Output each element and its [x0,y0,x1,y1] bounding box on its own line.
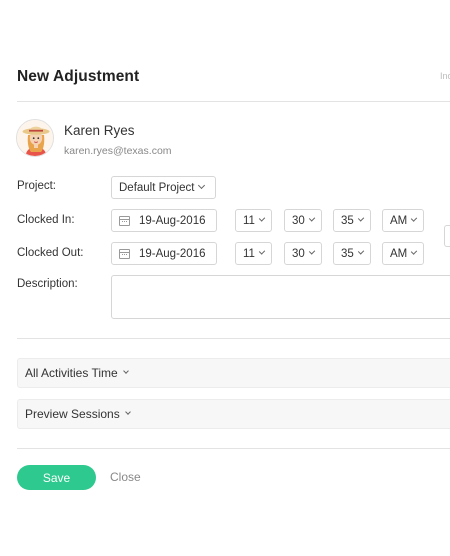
clocked-in-date-input[interactable]: 19-Aug-2016 [111,209,217,232]
save-button[interactable]: Save [17,465,96,490]
chevron-down-icon [122,368,129,374]
clocked-out-label: Clocked Out: [17,247,84,259]
chevron-down-icon [308,215,316,222]
avatar [16,119,54,157]
side-control[interactable] [444,225,450,247]
preview-sessions-toggle[interactable]: Preview Sessions [17,399,450,429]
activities-section-label: All Activities Time [25,366,118,380]
avatar-image [17,120,53,156]
clocked-in-second-value: 35 [341,214,354,227]
footer-divider [17,448,450,449]
clocked-out-minute-value: 30 [292,247,305,260]
clocked-out-hour-value: 11 [243,247,255,260]
clocked-in-minute-value: 30 [292,214,305,227]
chevron-down-icon [308,248,316,255]
dialog-title: New Adjustment [17,68,140,85]
clocked-out-second-select[interactable]: 35 [333,242,371,265]
clocked-in-date-value: 19-Aug-2016 [139,214,206,227]
clocked-out-second-value: 35 [341,247,354,260]
chevron-down-icon [357,215,365,222]
chevron-down-icon [258,248,266,255]
header-divider [17,101,450,102]
clocked-in-second-select[interactable]: 35 [333,209,371,232]
chevron-down-icon [357,248,365,255]
clocked-in-hour-select[interactable]: 11 [235,209,272,232]
clocked-out-date-value: 19-Aug-2016 [139,247,206,260]
project-label: Project: [17,180,56,192]
chevron-down-icon [258,215,266,222]
description-textarea[interactable] [111,275,450,319]
chevron-down-icon [124,409,131,415]
activities-section-toggle[interactable]: All Activities Time [17,358,450,388]
clocked-in-hour-value: 11 [243,214,255,227]
user-name: Karen Ryes [64,123,135,138]
clocked-out-ampm-value: AM [390,247,408,260]
description-label: Description: [17,278,78,290]
calendar-icon [119,248,130,259]
clocked-out-ampm-select[interactable]: AM [382,242,424,265]
clocked-in-minute-select[interactable]: 30 [284,209,322,232]
chevron-down-icon [411,215,418,222]
clocked-in-label: Clocked In: [17,214,75,226]
chevron-down-icon [411,248,418,255]
calendar-icon [119,215,130,226]
clocked-out-hour-select[interactable]: 11 [235,242,272,265]
preview-sessions-label: Preview Sessions [25,407,120,421]
project-dropdown[interactable]: Default Project [111,176,216,199]
chevron-down-icon [198,181,206,190]
clocked-in-ampm-select[interactable]: AM [382,209,424,232]
user-email: karen.ryes@texas.com [64,145,172,157]
corner-text: Inc [440,71,450,81]
form-divider [17,338,450,339]
clocked-out-date-input[interactable]: 19-Aug-2016 [111,242,217,265]
clocked-in-ampm-value: AM [390,214,408,227]
project-value: Default Project [119,181,195,194]
close-button[interactable]: Close [110,470,141,484]
clocked-out-minute-select[interactable]: 30 [284,242,322,265]
